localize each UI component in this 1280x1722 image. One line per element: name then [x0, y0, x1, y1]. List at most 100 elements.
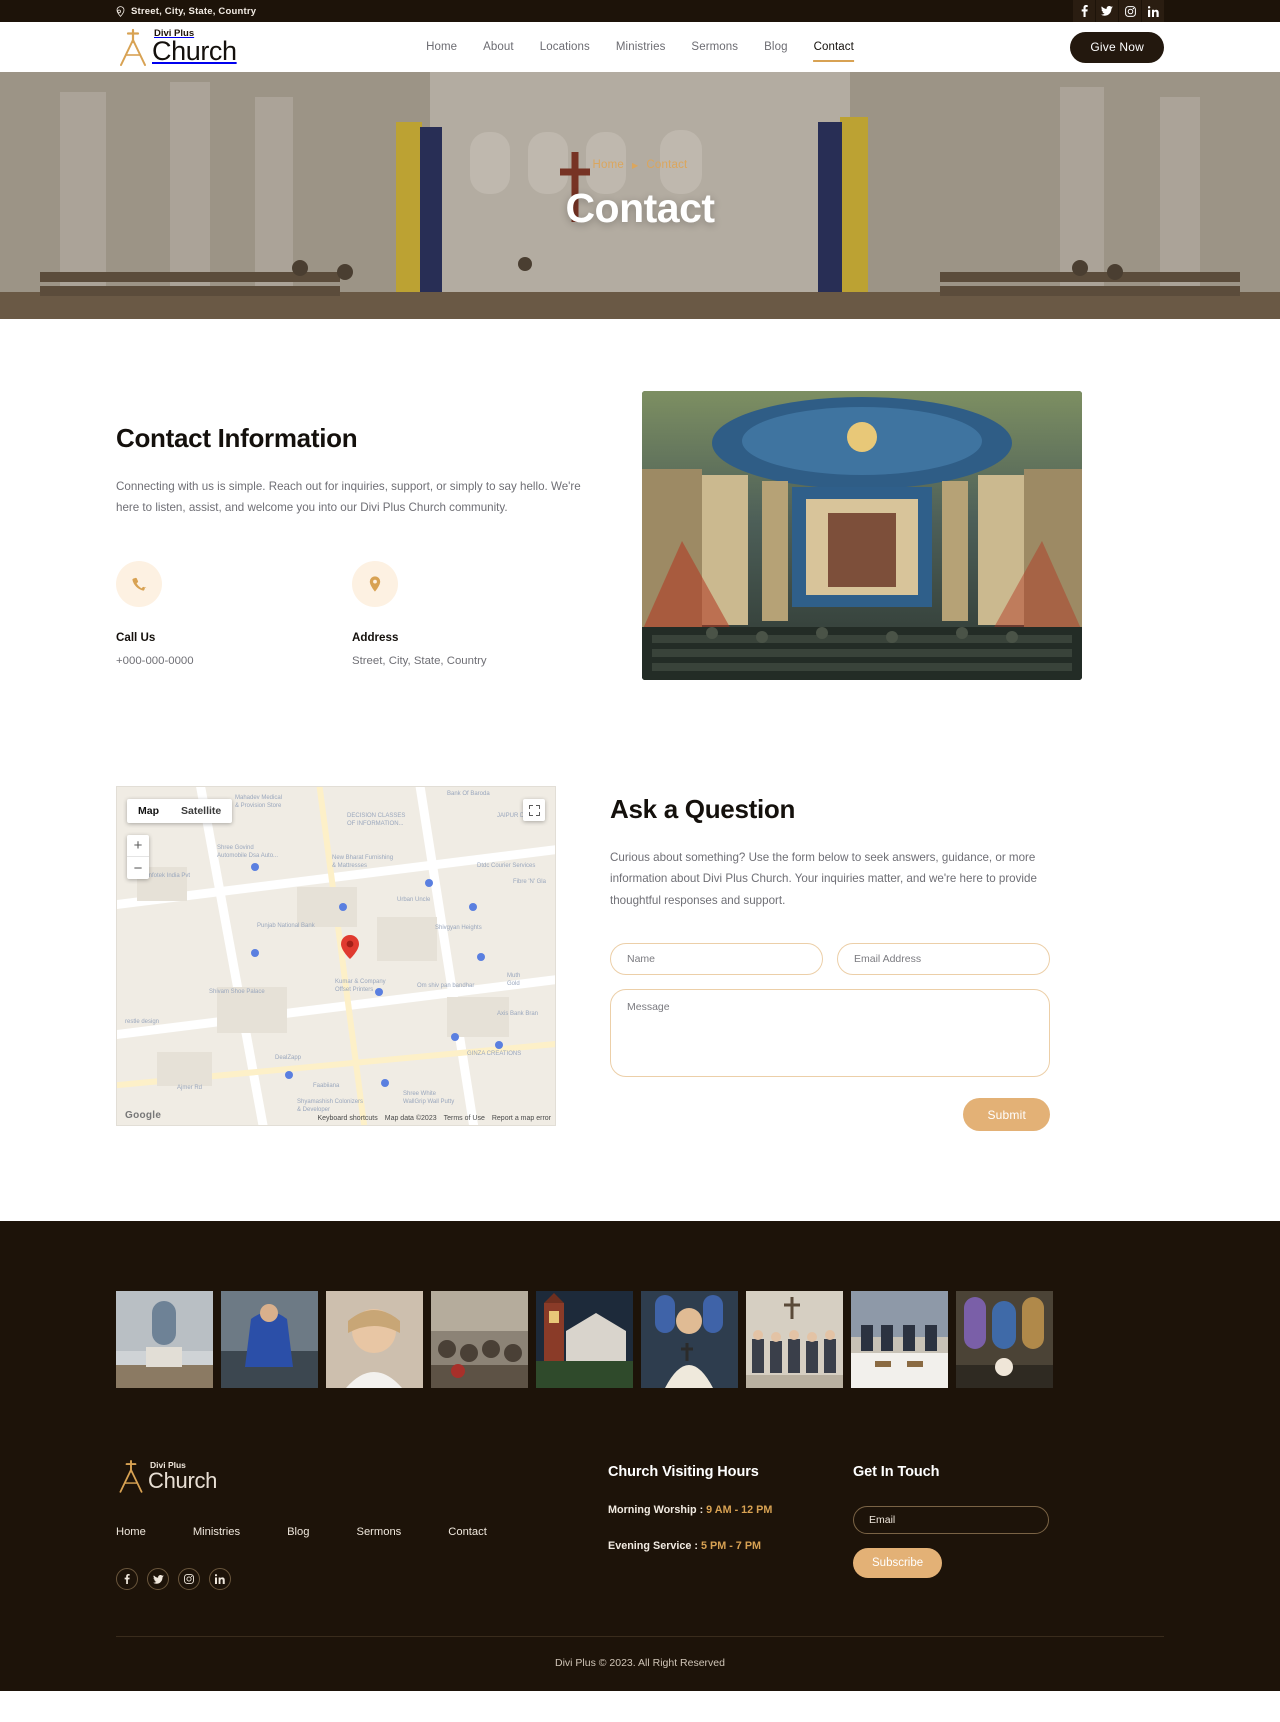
- linkedin-icon[interactable]: [1141, 0, 1164, 22]
- nav-item-locations[interactable]: Locations: [540, 22, 590, 72]
- footer-hours-column: Church Visiting Hours Morning Worship : …: [608, 1458, 853, 1552]
- instagram-icon[interactable]: [178, 1568, 200, 1591]
- svg-text:Shivgyan Heights: Shivgyan Heights: [435, 925, 482, 931]
- hero-banner: Home ▶ Contact Contact: [0, 72, 1280, 319]
- submit-button[interactable]: Submit: [963, 1098, 1050, 1132]
- give-now-button[interactable]: Give Now: [1070, 31, 1164, 63]
- footer-logo[interactable]: Divi Plus Church: [116, 1458, 608, 1494]
- map-footer-links: Keyboard shortcuts Map data ©2023 Terms …: [317, 1115, 551, 1122]
- twitter-icon[interactable]: [1095, 0, 1118, 22]
- map-link-terms[interactable]: Terms of Use: [444, 1115, 485, 1122]
- map-google-credit: Google: [125, 1110, 162, 1121]
- svg-text:New Bharat Furnishing: New Bharat Furnishing: [332, 855, 393, 861]
- church-interior-photo: [642, 391, 1082, 680]
- nav-item-about[interactable]: About: [483, 22, 514, 72]
- footer-nav-contact[interactable]: Contact: [448, 1526, 487, 1538]
- svg-text:Om shiv pan bandhar: Om shiv pan bandhar: [417, 983, 474, 989]
- contact-method-label: Address: [352, 630, 399, 644]
- topbar-address: Street, City, State, Country: [116, 6, 256, 17]
- map-zoom-out-button[interactable]: −: [127, 857, 149, 879]
- footer-nav-sermons[interactable]: Sermons: [357, 1526, 402, 1538]
- topbar-social-list: [1072, 0, 1164, 22]
- map-marker-icon[interactable]: [341, 935, 359, 959]
- svg-text:Shyamashish Colonizers: Shyamashish Colonizers: [297, 1099, 363, 1105]
- svg-text:& Mattresses: & Mattresses: [332, 863, 367, 869]
- contact-information-heading: Contact Information: [116, 423, 358, 453]
- gallery-item[interactable]: [851, 1291, 948, 1389]
- contact-methods-list: Call Us +000-000-0000 Address Street, Ci…: [116, 560, 588, 667]
- contact-method-value: Street, City, State, Country: [352, 654, 487, 667]
- map-zoom-in-button[interactable]: +: [127, 835, 149, 857]
- top-bar: Street, City, State, Country: [0, 0, 1280, 22]
- svg-text:Axis Bank Bran: Axis Bank Bran: [497, 1011, 538, 1017]
- footer-nav: Home Ministries Blog Sermons Contact: [116, 1526, 608, 1538]
- ask-a-question-heading: Ask a Question: [610, 794, 796, 824]
- subscribe-email-input[interactable]: [853, 1506, 1049, 1535]
- page-title: Contact: [565, 185, 715, 231]
- name-input[interactable]: [610, 943, 823, 976]
- map-type-toggle[interactable]: Map Satellite: [127, 799, 233, 823]
- linkedin-icon[interactable]: [209, 1568, 231, 1591]
- message-textarea[interactable]: [610, 989, 1050, 1078]
- svg-text:WallGrip Wall Putty: WallGrip Wall Putty: [403, 1099, 454, 1105]
- map-and-form-section: Mahadev Medical & Provision Store DECISIO…: [0, 680, 1280, 1221]
- fullscreen-icon[interactable]: [523, 799, 545, 821]
- subscribe-button[interactable]: Subscribe: [853, 1548, 943, 1579]
- nav-item-blog[interactable]: Blog: [764, 22, 787, 72]
- copyright-text: Divi Plus © 2023. All Right Reserved: [555, 1657, 725, 1670]
- nav-item-sermons[interactable]: Sermons: [691, 22, 738, 72]
- contact-method-value: +000-000-0000: [116, 654, 194, 667]
- gallery-item[interactable]: [746, 1291, 843, 1389]
- svg-text:Bank Of Baroda: Bank Of Baroda: [447, 791, 490, 797]
- contact-method-address: Address Street, City, State, Country: [352, 560, 588, 667]
- map-zoom-controls[interactable]: + −: [127, 835, 149, 879]
- footer-hours-time: 9 AM - 12 PM: [706, 1504, 773, 1517]
- gallery-item[interactable]: [641, 1291, 738, 1389]
- footer-nav-blog[interactable]: Blog: [287, 1526, 309, 1538]
- email-input[interactable]: [837, 943, 1050, 976]
- svg-text:Kumar & Company: Kumar & Company: [335, 979, 386, 985]
- contact-method-label: Call Us: [116, 630, 156, 644]
- map-link-keyboard-shortcuts[interactable]: Keyboard shortcuts: [317, 1115, 377, 1122]
- map-type-map[interactable]: Map: [127, 799, 170, 823]
- contact-information-paragraph: Connecting with us is simple. Reach out …: [116, 480, 581, 515]
- breadcrumb-home[interactable]: Home: [593, 159, 624, 171]
- instagram-icon[interactable]: [1118, 0, 1141, 22]
- footer-logo-title: Church: [148, 1467, 218, 1493]
- twitter-icon[interactable]: [147, 1568, 169, 1591]
- svg-text:Shivam Shoe Palace: Shivam Shoe Palace: [209, 989, 265, 995]
- footer-nav-home[interactable]: Home: [116, 1526, 146, 1538]
- google-map[interactable]: Mahadev Medical & Provision Store DECISIO…: [116, 786, 556, 1126]
- svg-text:Gold: Gold: [507, 981, 520, 987]
- map-pin-icon: [116, 5, 125, 17]
- main-nav: Home About Locations Ministries Sermons …: [426, 22, 855, 72]
- gallery-item[interactable]: [116, 1291, 213, 1389]
- gallery-item[interactable]: [536, 1291, 633, 1389]
- facebook-icon[interactable]: [1072, 0, 1095, 22]
- church-steeple-cross-icon: [116, 1458, 146, 1494]
- footer-social-list: [116, 1568, 608, 1591]
- topbar-address-text: Street, City, State, Country: [131, 5, 257, 17]
- svg-text:Ajmer Rd: Ajmer Rd: [177, 1085, 202, 1091]
- gallery-item[interactable]: [956, 1291, 1053, 1389]
- footer-hours-heading: Church Visiting Hours: [608, 1464, 759, 1481]
- gallery-item[interactable]: [326, 1291, 423, 1389]
- map-type-satellite[interactable]: Satellite: [170, 799, 232, 823]
- site-logo[interactable]: Divi Plus Church: [116, 27, 237, 67]
- footer-brand-column: Divi Plus Church Home Ministries Blog Se…: [116, 1458, 608, 1591]
- breadcrumb-current: Contact: [646, 159, 688, 171]
- map-link-report-error[interactable]: Report a map error: [492, 1115, 551, 1122]
- facebook-icon[interactable]: [116, 1568, 138, 1591]
- svg-text:Urban Uncle: Urban Uncle: [397, 897, 431, 903]
- nav-item-ministries[interactable]: Ministries: [616, 22, 666, 72]
- svg-text:DealZapp: DealZapp: [275, 1055, 302, 1061]
- svg-text:DECISION CLASSES: DECISION CLASSES: [347, 813, 405, 819]
- svg-text:GINZA CREATIONS: GINZA CREATIONS: [467, 1051, 521, 1057]
- nav-item-home[interactable]: Home: [426, 22, 457, 72]
- gallery-item[interactable]: [431, 1291, 528, 1389]
- svg-text:Offset Printers: Offset Printers: [335, 987, 373, 993]
- footer-subscribe-heading: Get In Touch: [853, 1464, 940, 1481]
- footer-nav-ministries[interactable]: Ministries: [193, 1526, 240, 1538]
- gallery-item[interactable]: [221, 1291, 318, 1389]
- nav-item-contact[interactable]: Contact: [813, 22, 855, 72]
